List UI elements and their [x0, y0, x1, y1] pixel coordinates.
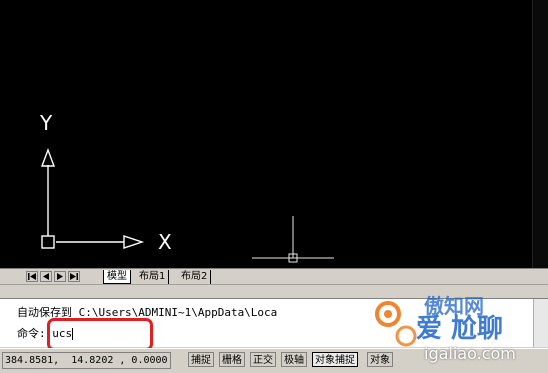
otrack-button[interactable]: 对象	[367, 352, 393, 367]
next-layout-icon[interactable]	[54, 271, 66, 282]
highlight-annotation	[47, 318, 153, 351]
command-scrollbar[interactable]	[533, 299, 548, 347]
crosshair-cursor	[252, 216, 334, 263]
polar-button[interactable]: 极轴	[281, 352, 307, 367]
tab-layout1[interactable]: 布局1	[136, 270, 170, 284]
ucs-x-label: X	[158, 230, 172, 254]
snap-button[interactable]: 捕捉	[188, 352, 214, 367]
last-layout-icon[interactable]	[68, 271, 80, 282]
command-prompt-label: 命令	[17, 327, 39, 340]
status-bar: 384.8581, 14.8202 , 0.0000 捕捉 栅格 正交 极轴 对…	[0, 348, 548, 370]
layout-tabs-bar: 模型 布局1 布局2	[0, 268, 548, 285]
osnap-button[interactable]: 对象捕捉	[312, 352, 358, 367]
drawing-svg	[40, 148, 334, 263]
ucs-icon	[40, 148, 145, 249]
tab-model[interactable]: 模型	[103, 270, 131, 284]
grid-button[interactable]: 栅格	[219, 352, 245, 367]
ortho-button[interactable]: 正交	[250, 352, 276, 367]
prev-layout-icon[interactable]	[40, 271, 52, 282]
tab-layout2[interactable]: 布局2	[178, 270, 212, 284]
coordinates-display: 384.8581, 14.8202 , 0.0000	[2, 352, 171, 369]
vertical-scrollbar[interactable]	[532, 0, 548, 268]
drawing-canvas[interactable]: Y X	[0, 0, 548, 268]
first-layout-icon[interactable]	[26, 271, 38, 282]
ucs-y-label: Y	[40, 111, 53, 135]
splitter[interactable]	[0, 284, 548, 299]
